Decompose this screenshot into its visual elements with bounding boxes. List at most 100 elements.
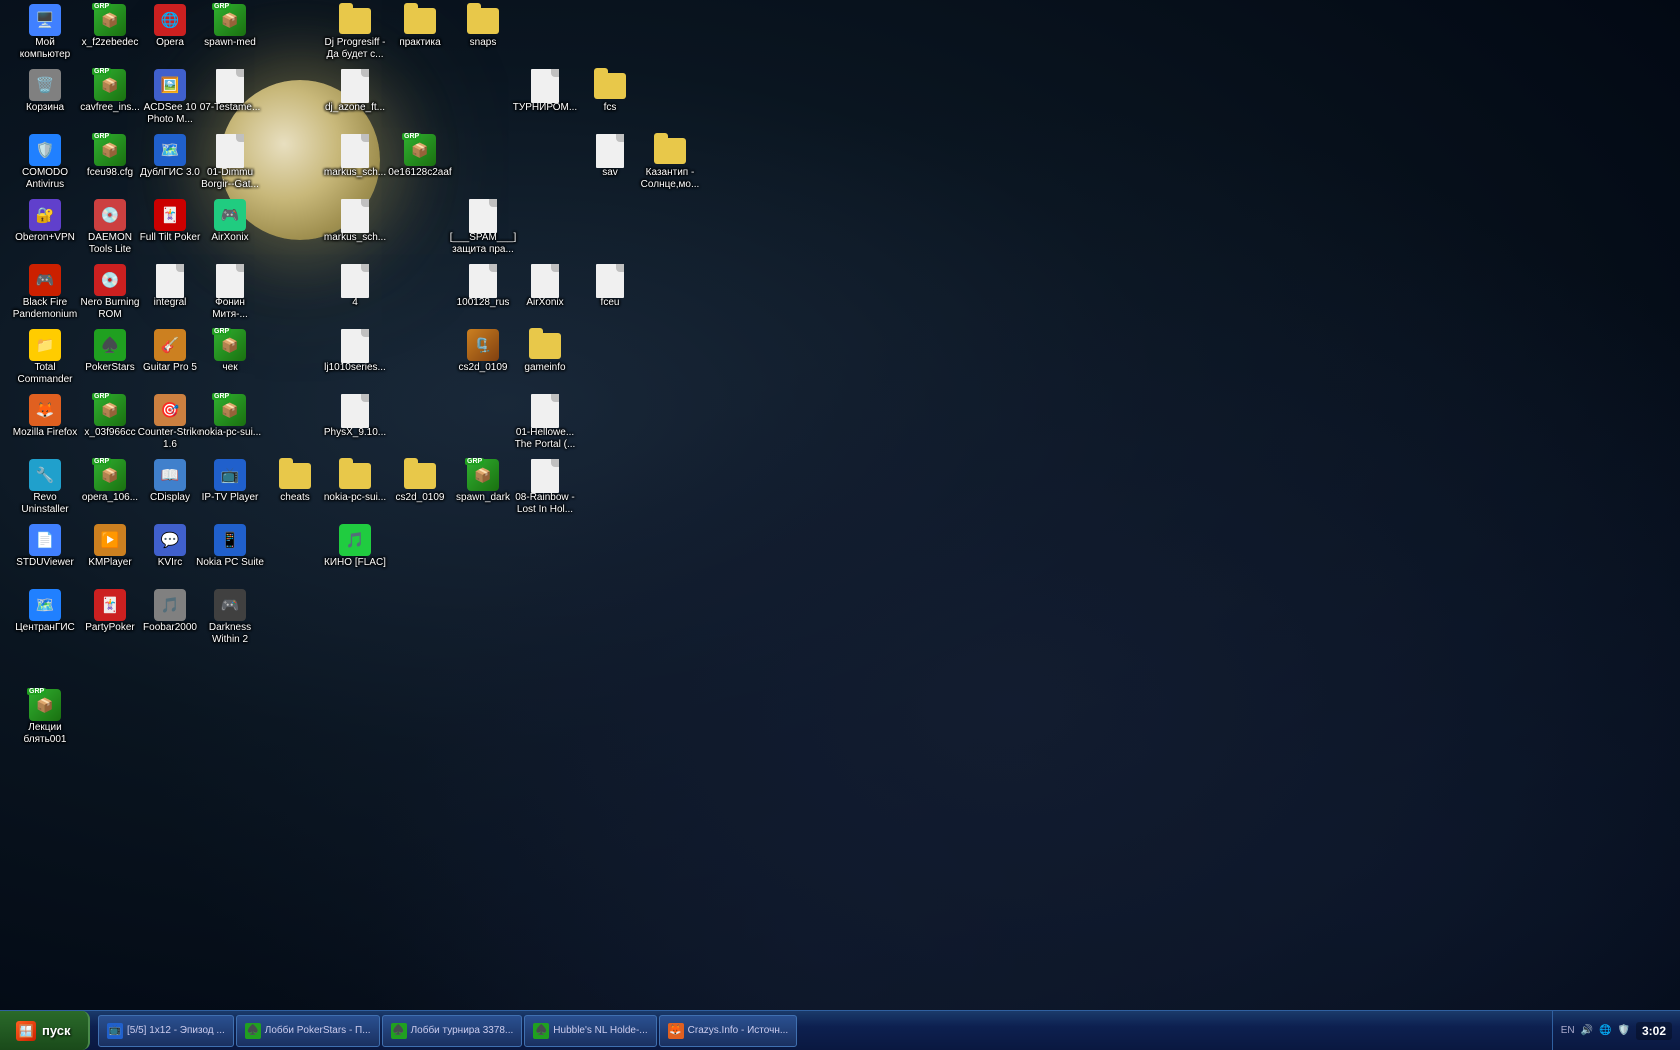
- app-icon-box: 🦊: [29, 394, 61, 426]
- taskbar-item-taskbar-3[interactable]: ♠️ Лобби турнира 3378...: [382, 1015, 523, 1047]
- icon-chek[interactable]: 📦 GRP чек: [195, 330, 265, 374]
- icon-cs2d-0109b[interactable]: cs2d_0109: [385, 460, 455, 504]
- taskbar-items: 📺 [5/5] 1x12 - Эпизод ...♠️ Лобби PokerS…: [94, 1011, 1552, 1050]
- icon-label: cs2d_0109: [396, 492, 445, 504]
- app-icon-box: 📁: [29, 329, 61, 361]
- icon-label: 01-Dimmu Borgir--Gat...: [196, 167, 264, 191]
- icon-kazantin[interactable]: Казантип - Солнце,мо...: [635, 135, 705, 191]
- icon-label: spawn-med: [204, 37, 256, 49]
- doc-icon-img: [594, 135, 626, 167]
- taskbar-item-taskbar-2[interactable]: ♠️ Лобби PokerStars - П...: [236, 1015, 380, 1047]
- icon-nokia-sui2[interactable]: nokia-pc-sui...: [320, 460, 390, 504]
- icon-turnir[interactable]: ТУРНИРОМ...: [510, 70, 580, 114]
- icon-dj-azone[interactable]: dj_azone_ft...: [320, 70, 390, 114]
- icon-label: практика: [399, 37, 440, 49]
- grp-icon-img: 📦 GRP: [94, 135, 126, 167]
- icon-markus-sch1[interactable]: markus_sch...: [320, 135, 390, 179]
- icon-mozilla[interactable]: 🦊 Mozilla Firefox: [10, 395, 80, 439]
- icon-label: [___SPAM___] защита пра...: [449, 232, 517, 256]
- icon-centrangis[interactable]: 🗺️ ЦентранГИС: [10, 590, 80, 634]
- icon-fceu2[interactable]: fceu: [575, 265, 645, 309]
- tray-network[interactable]: 🌐: [1599, 1025, 1611, 1036]
- icon-label: ACDSee 10 Photo M...: [136, 102, 204, 126]
- app-icon-box: 🎵: [339, 524, 371, 556]
- taskbar-item-taskbar-5[interactable]: 🦊 Crazys.Info - Источн...: [659, 1015, 798, 1047]
- icon-dj-progresiff[interactable]: Dj Progresiff - Да будет с...: [320, 5, 390, 61]
- icon-lekcii[interactable]: 📦 GRP Лекции блять001: [10, 690, 80, 746]
- icons-area: 🖥️ Мой компьютер 📦 GRP x_f2zebedec 🌐 Ope…: [0, 0, 1680, 1010]
- icon-my-computer[interactable]: 🖥️ Мой компьютер: [10, 5, 80, 61]
- icon-oberon[interactable]: 🔐 Oberon+VPN: [10, 200, 80, 244]
- app-icon-img: 📄: [29, 525, 61, 557]
- icon-spam[interactable]: [___SPAM___] защита пра...: [448, 200, 518, 256]
- icon-label: ТУРНИРОМ...: [513, 102, 577, 114]
- app-icon-img: 📁: [29, 330, 61, 362]
- start-button[interactable]: 🪟 пуск: [0, 1011, 90, 1050]
- icon-fcs[interactable]: fcs: [575, 70, 645, 114]
- icon-label: PokerStars: [85, 362, 134, 374]
- icon-spawn-med[interactable]: 📦 GRP spawn-med: [195, 5, 265, 49]
- icon-lj-series[interactable]: lj1010series...: [320, 330, 390, 374]
- icon-nokia-suite[interactable]: 📱 Nokia PC Suite: [195, 525, 265, 569]
- icon-spawn-dark[interactable]: 📦 GRP spawn_dark: [448, 460, 518, 504]
- icon-snaps[interactable]: snaps: [448, 5, 518, 49]
- app-icon-box: 💬: [154, 524, 186, 556]
- tray-security[interactable]: 🛡️: [1618, 1025, 1630, 1036]
- icon-num4[interactable]: 4: [320, 265, 390, 309]
- icon-rainbow[interactable]: 08-Rainbow - Lost In Hol...: [510, 460, 580, 516]
- icon-testame[interactable]: 07-Testame...: [195, 70, 265, 114]
- app-icon-img: 📱: [214, 525, 246, 557]
- grp-icon-img: 📦 GRP: [94, 5, 126, 37]
- grp-badge: GRP: [27, 688, 46, 695]
- app-icon-img: 🖼️: [154, 70, 186, 102]
- grp-icon-img: 📦 GRP: [214, 330, 246, 362]
- app-icon-img: 💿: [94, 265, 126, 297]
- grp-badge: GRP: [92, 3, 111, 10]
- icon-revo[interactable]: 🔧 Revo Uninstaller: [10, 460, 80, 516]
- icon-physx[interactable]: PhysX_9.10...: [320, 395, 390, 439]
- icon-gameinfo[interactable]: gameinfo: [510, 330, 580, 374]
- app-icon-box: 🔐: [29, 199, 61, 231]
- icon-label: nokia-pc-sui...: [199, 427, 261, 439]
- zip-icon-img: 🗜️: [467, 330, 499, 362]
- icon-total-commander[interactable]: 📁 Total Commander: [10, 330, 80, 386]
- icon-label: 0e16128c2aaf: [388, 167, 451, 179]
- icon-grp-icon[interactable]: 📦 GRP 0e16128c2aaf: [385, 135, 455, 179]
- app-icon-img: ♠️: [94, 330, 126, 362]
- icon-nokia-pc-sui[interactable]: 📦 GRP nokia-pc-sui...: [195, 395, 265, 439]
- app-icon-img: 🗑️: [29, 70, 61, 102]
- icon-comodo[interactable]: 🛡️ COMODO Antivirus: [10, 135, 80, 191]
- app-icon-img: 🃏: [154, 200, 186, 232]
- doc-shape: [341, 134, 369, 168]
- icon-black-fire[interactable]: 🎮 Black Fire Pandemonium: [10, 265, 80, 321]
- grp-icon-img: 📦 GRP: [29, 690, 61, 722]
- folder-icon-img: [339, 5, 371, 37]
- icon-label: x_03f966cc: [84, 427, 135, 439]
- lang-indicator: EN: [1561, 1025, 1575, 1036]
- taskbar-item-taskbar-1[interactable]: 📺 [5/5] 1x12 - Эпизод ...: [98, 1015, 234, 1047]
- tray-volume[interactable]: 🔊: [1581, 1025, 1593, 1036]
- taskbar-item-taskbar-4[interactable]: ♠️ Hubble's NL Holde-...: [524, 1015, 656, 1047]
- doc-icon-img: [339, 330, 371, 362]
- icon-dimmu[interactable]: 01-Dimmu Borgir--Gat...: [195, 135, 265, 191]
- taskbar-item-label: Hubble's NL Holde-...: [553, 1025, 647, 1036]
- icon-fonin[interactable]: Фонин Митя-...: [195, 265, 265, 321]
- icon-label: Лекции блять001: [11, 722, 79, 746]
- icon-rus128[interactable]: 100128_rus: [448, 265, 518, 309]
- icon-kino[interactable]: 🎵 КИНО [FLAC]: [320, 525, 390, 569]
- icon-airxonix2[interactable]: AirXonix: [510, 265, 580, 309]
- icon-recycle-bin[interactable]: 🗑️ Корзина: [10, 70, 80, 114]
- folder-shape: [654, 138, 686, 164]
- icon-label: Darkness Within 2: [196, 622, 264, 646]
- icon-markus-sch2[interactable]: markus_sch...: [320, 200, 390, 244]
- icon-label: dj_azone_ft...: [325, 102, 385, 114]
- icon-cs2d-0109[interactable]: 🗜️ cs2d_0109: [448, 330, 518, 374]
- icon-stduviewer[interactable]: 📄 STDUViewer: [10, 525, 80, 569]
- icon-iptv[interactable]: 📺 IP-TV Player: [195, 460, 265, 504]
- app-icon-img: 🎮: [29, 265, 61, 297]
- icon-label: KVIrc: [158, 557, 182, 569]
- icon-darkness[interactable]: 🎮 Darkness Within 2: [195, 590, 265, 646]
- icon-airxonix[interactable]: 🎮 AirXonix: [195, 200, 265, 244]
- icon-hellowe[interactable]: 01-Hellowe... The Portal (...: [510, 395, 580, 451]
- icon-praktika[interactable]: практика: [385, 5, 455, 49]
